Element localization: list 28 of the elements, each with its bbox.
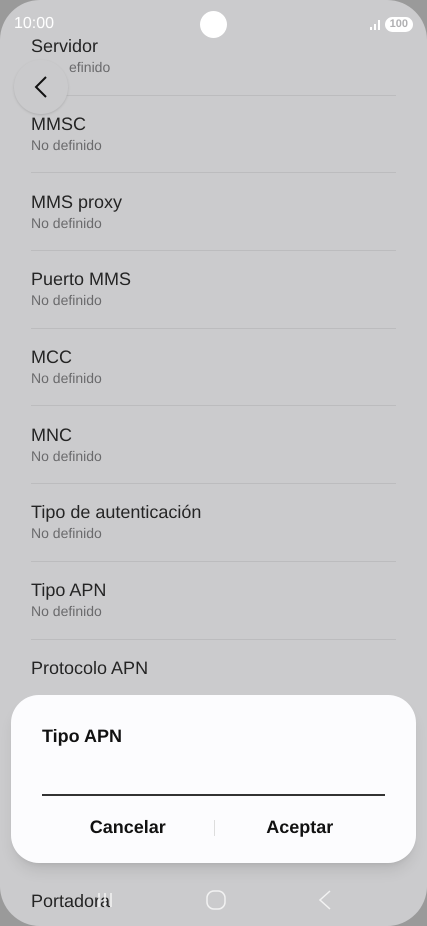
setting-value: efinido (69, 58, 110, 78)
home-icon[interactable] (206, 890, 226, 910)
setting-value: No definido (31, 369, 102, 388)
back-icon (34, 75, 48, 99)
setting-title[interactable]: MCC (31, 346, 72, 368)
setting-title[interactable]: Puerto MMS (31, 268, 132, 290)
setting-value: No definido (31, 214, 102, 233)
setting-title[interactable]: Tipo de autenticación (31, 501, 202, 524)
setting-title[interactable]: Protocolo APN (31, 656, 148, 679)
setting-title[interactable]: Servidor (31, 35, 98, 58)
setting-value: No definido (31, 136, 102, 156)
dialog-title: Tipo APN (42, 725, 122, 748)
setting-value: No definido (31, 524, 102, 544)
back-icon[interactable] (318, 890, 330, 910)
setting-title[interactable]: MMS proxy (31, 190, 122, 213)
setting-value: No definido (31, 446, 102, 466)
signal-icon (370, 18, 382, 30)
dialog-button[interactable]: Cancelar (42, 810, 214, 845)
dialog-button[interactable]: Aceptar (214, 810, 385, 845)
setting-value: No definido (31, 291, 102, 310)
battery-level: 100 (384, 16, 413, 32)
setting-title[interactable]: MNC (31, 424, 72, 446)
back-button[interactable] (14, 60, 68, 114)
camera-cutout (200, 11, 227, 38)
setting-title[interactable]: Portadora (31, 890, 110, 912)
setting-title[interactable]: MMSC (31, 113, 86, 136)
setting-value: No definido (31, 602, 102, 622)
setting-title[interactable]: Tipo APN (31, 579, 106, 602)
